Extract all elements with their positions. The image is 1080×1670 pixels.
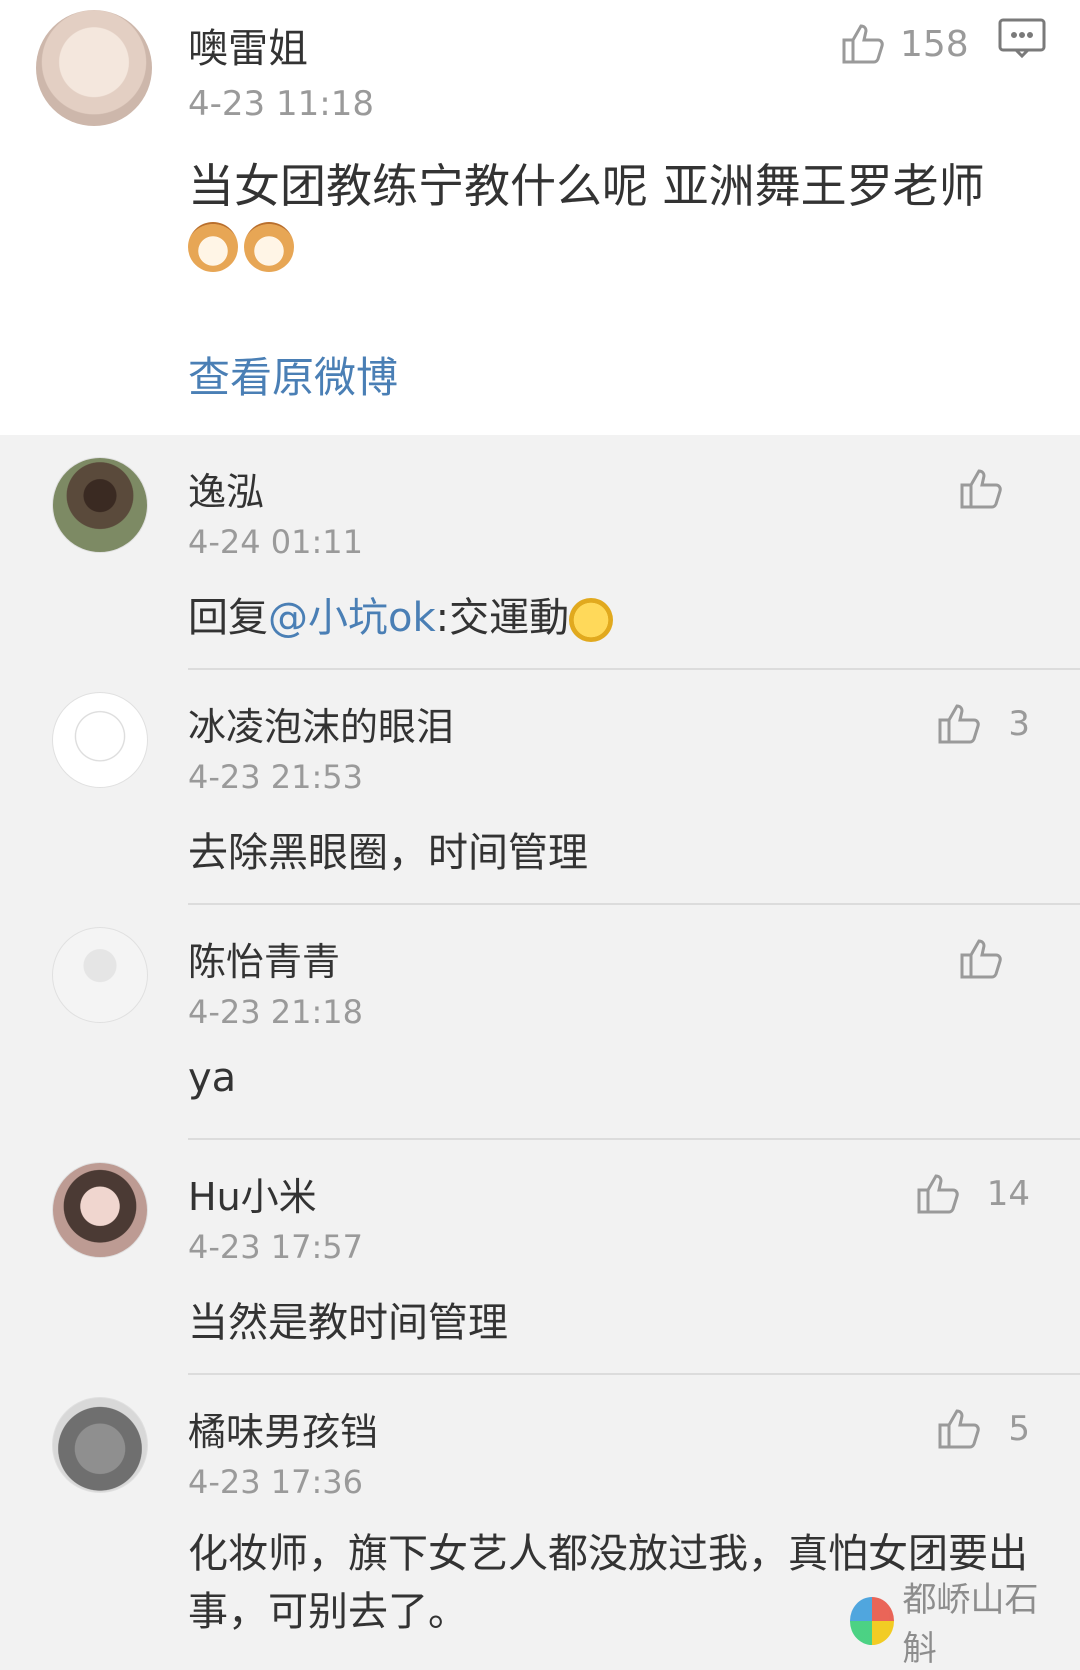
avatar[interactable] — [52, 457, 148, 553]
avatar[interactable] — [52, 1162, 148, 1258]
comments-list: 逸泓 4-24 01:11 回复@小坑ok:交運動 冰凌泡沫的眼泪 4-23 2… — [0, 435, 1080, 1670]
author-name[interactable]: 噢雷姐 — [188, 16, 308, 74]
post-text: 当女团教练宁教什么呢 亚洲舞王罗老师 — [188, 159, 985, 213]
like-button[interactable]: 14 — [913, 1170, 1030, 1218]
thumb-up-icon — [938, 1409, 981, 1449]
comment-item: Hu小米 4-23 17:57 14 当然是教时间管理 — [0, 1140, 1080, 1375]
thumb-up-icon — [842, 24, 884, 64]
watermark-logo-icon — [850, 1597, 895, 1645]
comment-text: 去除黑眼圈，时间管理 — [188, 830, 588, 876]
comment-author[interactable]: 橘味男孩铛 — [188, 1401, 378, 1456]
thumb-up-icon — [960, 469, 1002, 509]
mention-link[interactable]: @小坑ok — [268, 595, 436, 641]
comment-time: 4-24 01:11 — [188, 523, 364, 561]
comment-author[interactable]: Hu小米 — [188, 1166, 317, 1221]
comment-text: 当然是教时间管理 — [188, 1300, 508, 1346]
thumb-up-icon — [960, 939, 1002, 979]
like-count: 14 — [986, 1174, 1030, 1214]
reply-body: :交運動 — [435, 595, 570, 641]
like-count: 3 — [1008, 704, 1030, 744]
view-original-link[interactable]: 查看原微博 — [188, 344, 398, 405]
main-post: 噢雷姐 4-23 11:18 158 当女团教练宁教什么呢 亚洲舞王罗老师 查看… — [0, 0, 1080, 435]
avatar[interactable] — [52, 927, 148, 1023]
comment-text: 回复@小坑ok:交運動 — [188, 585, 614, 643]
comment-author[interactable]: 逸泓 — [188, 461, 264, 516]
comment-time: 4-23 17:57 — [188, 1228, 364, 1266]
like-button[interactable]: 158 — [838, 14, 998, 74]
like-count: 158 — [900, 23, 969, 65]
comment-author[interactable]: 冰凌泡沫的眼泪 — [188, 696, 454, 751]
like-button[interactable]: 3 — [934, 700, 1030, 748]
comment-time: 4-23 21:53 — [188, 758, 364, 796]
cat-emoji-icon — [244, 222, 294, 272]
like-button[interactable] — [956, 935, 1030, 983]
comment-icon[interactable] — [998, 18, 1046, 60]
comment-time: 4-23 17:36 — [188, 1463, 364, 1501]
thumb-up-icon — [938, 704, 981, 744]
comment-author[interactable]: 陈怡青青 — [188, 931, 340, 986]
cat-emoji-icon — [188, 222, 238, 272]
avatar[interactable] — [52, 692, 148, 788]
comment-time: 4-23 21:18 — [188, 993, 364, 1031]
post-time: 4-23 11:18 — [188, 84, 374, 124]
comment-item: 逸泓 4-24 01:11 回复@小坑ok:交運動 — [0, 435, 1080, 670]
comment-item: 冰凌泡沫的眼泪 4-23 21:53 3 去除黑眼圈，时间管理 — [0, 670, 1080, 905]
comment-item: 陈怡青青 4-23 21:18 ya — [0, 905, 1080, 1140]
comment-text: ya — [188, 1055, 237, 1101]
avatar[interactable] — [52, 1397, 148, 1493]
author-avatar[interactable] — [36, 10, 152, 126]
like-count: 5 — [1008, 1409, 1030, 1449]
watermark-text: 都峤山石斛 — [902, 1580, 1039, 1669]
reply-prefix: 回复 — [188, 595, 268, 641]
thumb-up-icon — [917, 1174, 959, 1214]
like-button[interactable]: 5 — [934, 1405, 1030, 1453]
like-button[interactable] — [956, 465, 1030, 513]
laugh-cry-emoji-icon — [569, 598, 614, 642]
watermark: 都峤山石斛 — [850, 1580, 1060, 1669]
emoji-group — [188, 222, 294, 272]
